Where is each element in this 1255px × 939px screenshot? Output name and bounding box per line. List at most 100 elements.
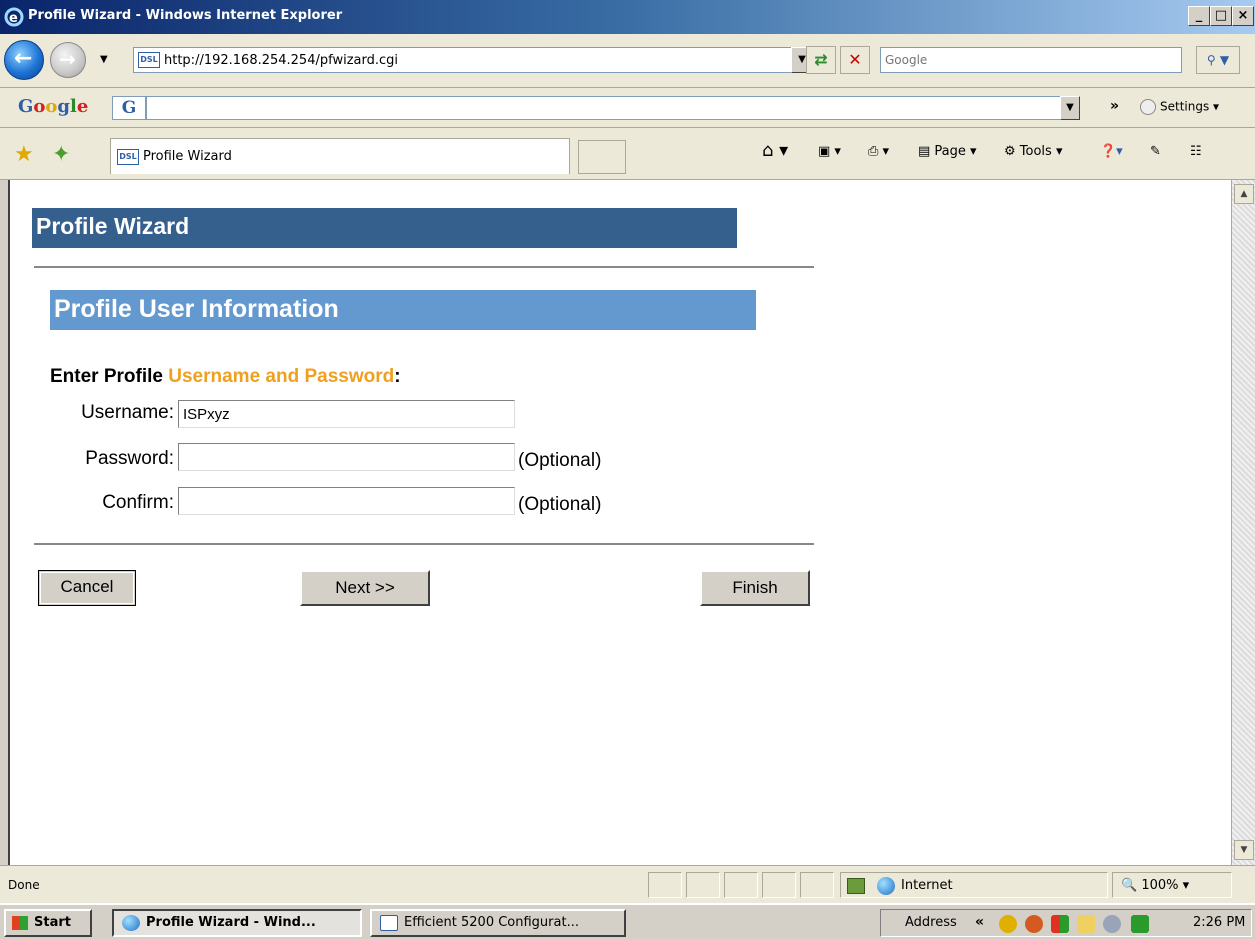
divider-bottom xyxy=(34,543,814,545)
taskbar-item-label: Efficient 5200 Configurat... xyxy=(404,915,579,930)
section-title: Profile User Information xyxy=(50,290,756,330)
divider-top xyxy=(34,266,814,268)
confirm-label: Confirm: xyxy=(102,492,174,513)
network-icon[interactable] xyxy=(1103,915,1121,933)
google-logo: Google xyxy=(18,96,89,117)
taskbar: Start Profile Wizard - Wind... Efficient… xyxy=(0,903,1255,939)
add-favorites-icon[interactable]: ✦ xyxy=(52,142,70,167)
stop-button[interactable]: ✕ xyxy=(840,46,870,74)
next-button[interactable]: Next >> xyxy=(300,570,430,606)
windows-update-icon[interactable] xyxy=(1051,915,1069,933)
username-field[interactable] xyxy=(178,400,515,428)
google-search-field[interactable] xyxy=(146,96,1076,120)
status-pane xyxy=(800,872,834,898)
home-icon[interactable]: ⌂ ▾ xyxy=(762,140,788,161)
zoom-value: 100% xyxy=(1141,878,1179,893)
prompt-prefix: Enter Profile xyxy=(50,366,169,387)
word-document-icon xyxy=(380,915,398,931)
security-shield-icon[interactable] xyxy=(999,915,1017,933)
mx-icon[interactable] xyxy=(1131,915,1149,933)
security-zone[interactable]: Internet xyxy=(840,872,1108,898)
dsl-site-icon: DSL xyxy=(138,52,160,68)
search-input[interactable] xyxy=(885,49,1175,71)
vertical-scrollbar[interactable]: ▲ ▼ xyxy=(1231,180,1255,865)
username-label: Username: xyxy=(81,402,174,423)
tools-menu-label: Tools xyxy=(1019,144,1052,159)
confirm-optional-note: (Optional) xyxy=(518,494,602,515)
ie-logo-icon: e xyxy=(4,7,24,27)
maximize-button[interactable]: □ xyxy=(1210,6,1232,26)
window-title: Profile Wizard - Windows Internet Explor… xyxy=(28,8,343,23)
tab-profile-wizard[interactable]: DSL Profile Wizard xyxy=(110,138,570,174)
address-field[interactable]: DSL http://192.168.254.254/pfwizard.cgi xyxy=(133,47,793,73)
confirm-field[interactable] xyxy=(178,487,515,515)
taskbar-address-label[interactable]: Address xyxy=(905,915,957,930)
clock: 2:26 PM xyxy=(1193,915,1246,930)
refresh-button[interactable]: ⇄ xyxy=(806,46,836,74)
window-title-bar[interactable]: e Profile Wizard - Windows Internet Expl… xyxy=(0,0,1255,34)
tray-expand-icon[interactable]: « xyxy=(975,914,984,930)
chrome-like-icon[interactable] xyxy=(1025,915,1043,933)
status-pane xyxy=(762,872,796,898)
taskbar-item-ie[interactable]: Profile Wizard - Wind... xyxy=(112,909,362,937)
taskbar-item-word[interactable]: Efficient 5200 Configurat... xyxy=(370,909,626,937)
google-search-dropdown[interactable]: ▼ xyxy=(1060,96,1080,120)
zone-label: Internet xyxy=(901,878,953,893)
prompt-highlight: Username and Password xyxy=(168,366,395,387)
navigation-bar: ← → ▼ DSL http://192.168.254.254/pfwizar… xyxy=(0,34,1255,88)
close-button[interactable]: × xyxy=(1232,6,1254,26)
search-button[interactable]: ⚲ ▼ xyxy=(1196,46,1240,74)
status-bar: Done Internet 🔍 100% ▾ xyxy=(0,865,1255,903)
google-search-button[interactable]: G xyxy=(112,96,146,120)
svg-text:e: e xyxy=(9,11,18,26)
scroll-up-arrow-icon[interactable]: ▲ xyxy=(1234,184,1254,204)
research-icon[interactable]: ✎ xyxy=(1150,144,1161,159)
prompt-suffix: : xyxy=(394,366,401,387)
start-label: Start xyxy=(34,915,71,930)
page-viewport: Profile Wizard Profile User Information … xyxy=(8,180,1231,865)
status-text: Done xyxy=(8,878,40,892)
forward-arrow-icon: → xyxy=(59,47,76,71)
forward-button[interactable]: → xyxy=(50,42,86,78)
print-icon[interactable]: ⎙ ▾ xyxy=(868,144,889,159)
new-tab-button[interactable] xyxy=(578,140,626,174)
feeds-icon[interactable]: ▣ ▾ xyxy=(818,144,841,159)
google-settings-button[interactable]: Settings ▾ xyxy=(1140,99,1219,115)
scroll-down-arrow-icon[interactable]: ▼ xyxy=(1234,840,1254,860)
minimize-button[interactable]: _ xyxy=(1188,6,1210,26)
protected-mode-icon xyxy=(847,878,865,894)
finish-button[interactable]: Finish xyxy=(700,570,810,606)
search-box[interactable] xyxy=(880,47,1182,73)
status-pane xyxy=(648,872,682,898)
tools-menu-button[interactable]: ⚙ Tools ▾ xyxy=(1004,144,1063,159)
page-menu-button[interactable]: ▤ Page ▾ xyxy=(918,144,977,159)
start-button[interactable]: Start xyxy=(4,909,92,937)
zoom-control[interactable]: 🔍 100% ▾ xyxy=(1112,872,1232,898)
wizard-title: Profile Wizard xyxy=(32,208,737,248)
tab-label: Profile Wizard xyxy=(143,149,232,164)
back-button[interactable]: ← xyxy=(4,40,44,80)
dsl-tab-icon: DSL xyxy=(117,149,139,165)
taskbar-item-label: Profile Wizard - Wind... xyxy=(146,915,316,930)
system-tray: Address « 2:26 PM xyxy=(880,909,1252,937)
ie-icon xyxy=(122,915,140,931)
messenger-icon[interactable]: ☷ xyxy=(1190,144,1202,159)
folder-icon[interactable] xyxy=(1077,915,1095,933)
settings-circle-icon xyxy=(1140,99,1156,115)
back-arrow-icon: ← xyxy=(14,46,33,71)
google-toolbar: Google G ▼ » Settings ▾ xyxy=(0,88,1255,128)
cancel-button[interactable]: Cancel xyxy=(38,570,136,606)
password-field[interactable] xyxy=(178,443,515,471)
password-optional-note: (Optional) xyxy=(518,450,602,471)
address-url: http://192.168.254.254/pfwizard.cgi xyxy=(164,53,398,68)
status-pane xyxy=(724,872,758,898)
toolbar-overflow-icon[interactable]: » xyxy=(1110,98,1119,114)
recent-pages-dropdown[interactable]: ▼ xyxy=(100,54,108,65)
favorites-star-icon[interactable]: ★ xyxy=(14,142,34,167)
tab-command-bar: ★ ✦ DSL Profile Wizard ⌂ ▾ ▣ ▾ ⎙ ▾ ▤ Pag… xyxy=(0,128,1255,180)
zoom-level: 🔍 100% ▾ xyxy=(1121,878,1190,893)
internet-globe-icon xyxy=(877,877,895,895)
help-icon[interactable]: ❓▾ xyxy=(1100,144,1123,159)
page-menu-label: Page xyxy=(934,144,966,159)
status-pane xyxy=(686,872,720,898)
